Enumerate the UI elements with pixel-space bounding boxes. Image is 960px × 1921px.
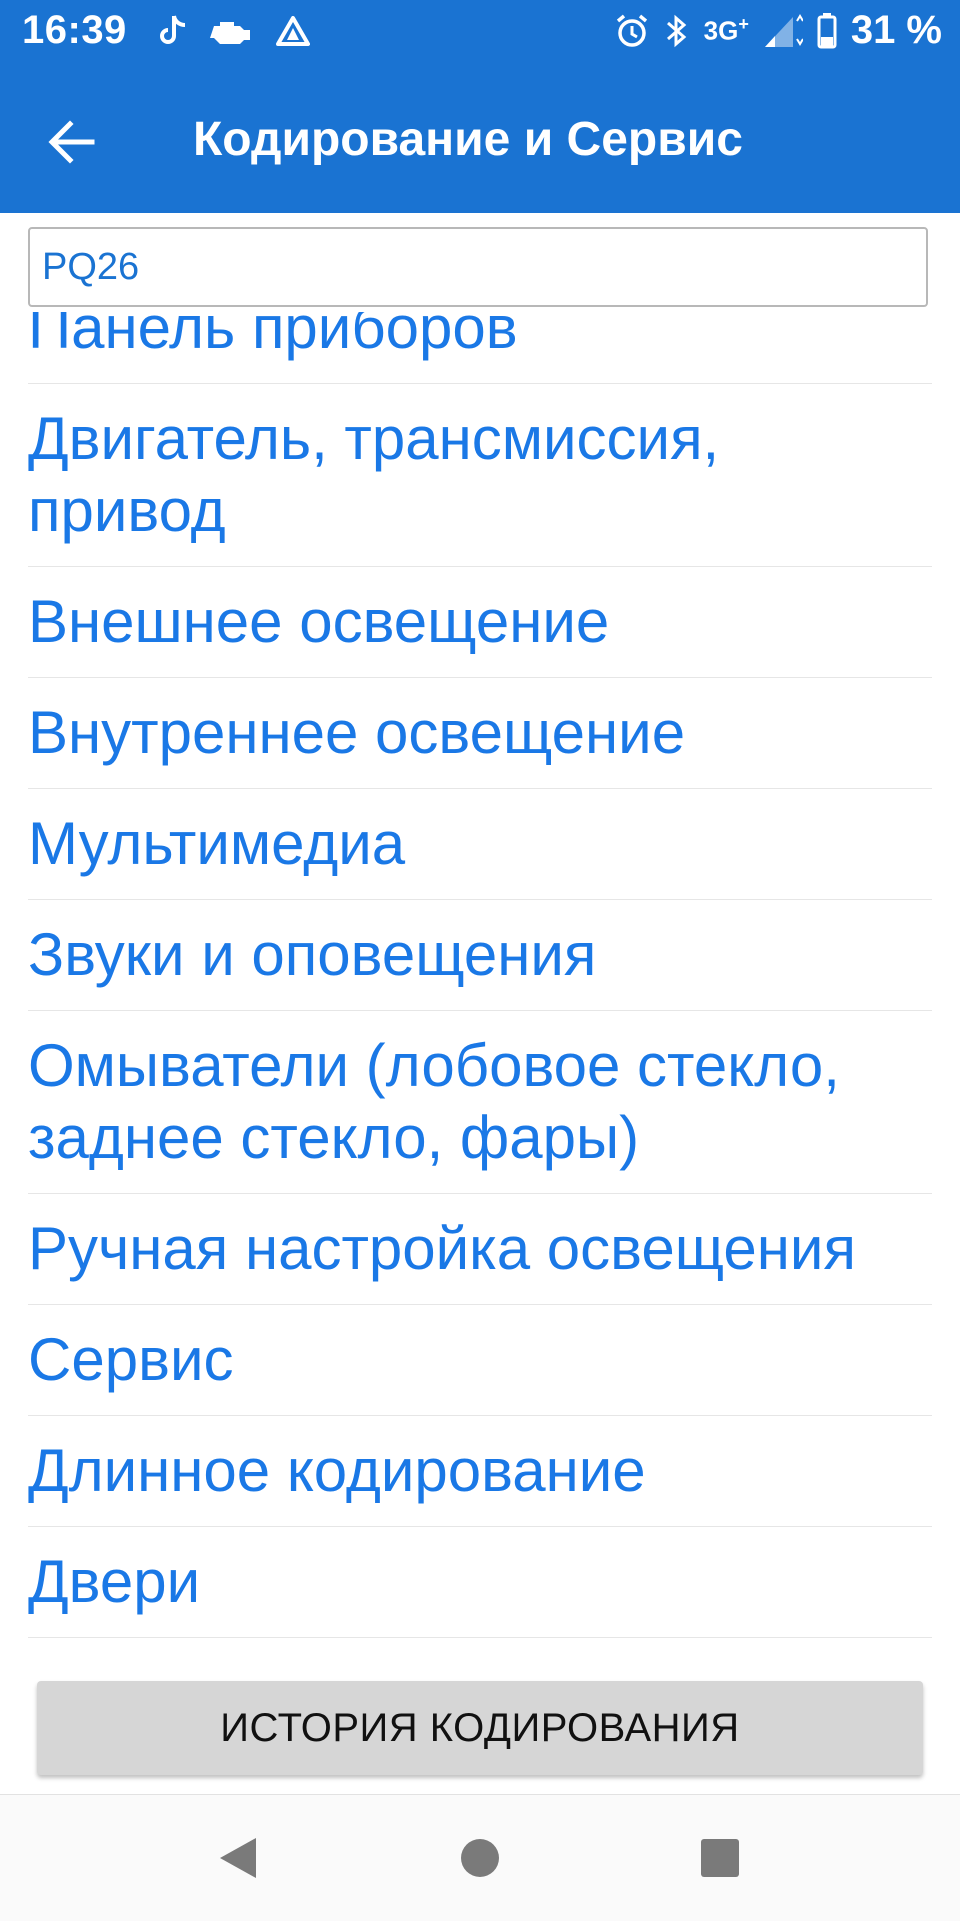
network-type-plus: + <box>738 14 749 35</box>
bluetooth-icon <box>666 14 686 47</box>
battery-percent: 31 % <box>850 8 942 52</box>
category-list: Панель приборов Двигатель, трансмиссия, … <box>0 312 960 1670</box>
check-engine-icon <box>210 22 250 44</box>
list-item[interactable]: Сервис <box>28 1305 932 1416</box>
back-button[interactable] <box>40 110 104 174</box>
nav-back-button[interactable] <box>178 1795 298 1921</box>
navigation-bar <box>0 1794 960 1921</box>
status-bar: 16:39 3G+ 31 % <box>0 0 960 68</box>
alarm-icon <box>616 14 647 47</box>
tiktok-icon <box>160 15 186 44</box>
status-right: 3G+ 31 % <box>614 8 942 53</box>
page-title: Кодирование и Сервис <box>193 113 743 166</box>
list-item[interactable]: Прочее <box>28 1638 932 1670</box>
home-circle-icon <box>461 1839 499 1877</box>
coding-history-button[interactable]: ИСТОРИЯ КОДИРОВАНИЯ <box>37 1681 923 1775</box>
back-triangle-icon <box>220 1838 256 1878</box>
list-item[interactable]: Внешнее освещение <box>28 567 932 678</box>
list-item[interactable]: Панель приборов <box>28 312 932 384</box>
status-time: 16:39 <box>22 8 127 52</box>
network-type: 3G <box>703 15 739 46</box>
battery-icon <box>817 12 837 48</box>
recents-square-icon <box>701 1839 739 1877</box>
list-item[interactable]: Внутреннее освещение <box>28 678 932 789</box>
search-input[interactable] <box>30 229 926 305</box>
list-item[interactable]: Ручная настройка освещения <box>28 1194 932 1305</box>
list-item[interactable]: Двери <box>28 1527 932 1638</box>
notification-icons <box>158 14 310 48</box>
warning-triangle-icon <box>276 16 310 46</box>
list-item[interactable]: Длинное кодирование <box>28 1416 932 1527</box>
nav-home-button[interactable] <box>420 1795 540 1921</box>
signal-icon <box>764 13 803 47</box>
list-item[interactable]: Двигатель, трансмиссия, привод <box>28 384 932 567</box>
list-item[interactable]: Звуки и оповещения <box>28 900 932 1011</box>
list-item[interactable]: Омыватели (лобовое стекло, заднее стекло… <box>28 1011 932 1194</box>
app-bar: Кодирование и Сервис <box>0 68 960 213</box>
list-item[interactable]: Мультимедиа <box>28 789 932 900</box>
nav-recents-button[interactable] <box>660 1795 780 1921</box>
search-box <box>28 227 928 307</box>
arrow-left-icon <box>48 120 95 164</box>
